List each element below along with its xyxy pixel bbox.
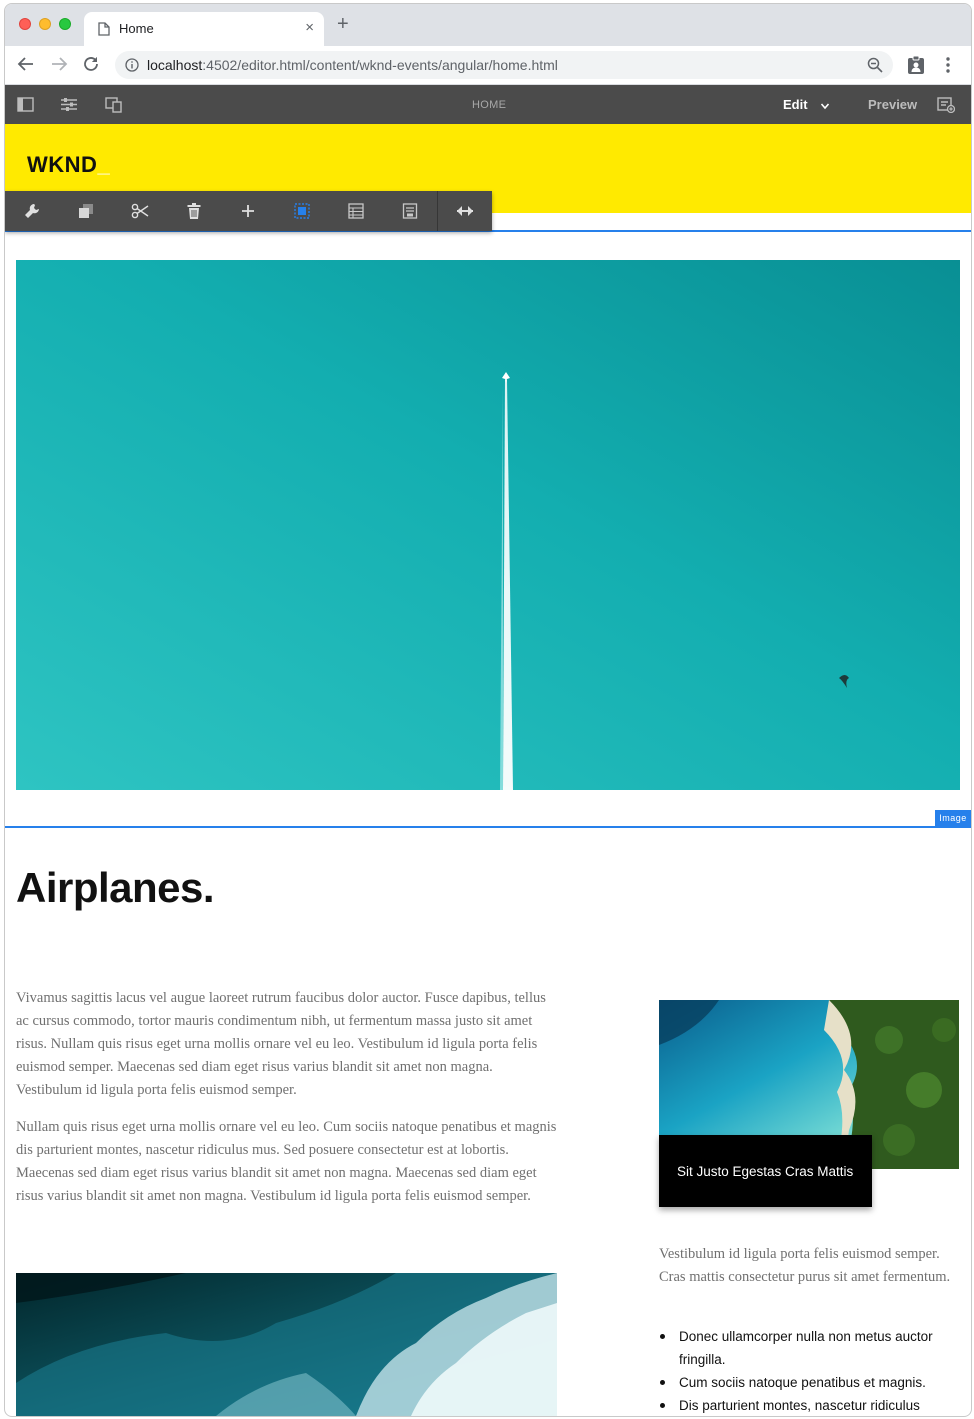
- side-paragraph: Vestibulum id ligula porta felis euismod…: [659, 1246, 951, 1285]
- selection-frame-bottom: [5, 826, 971, 828]
- layout-icon[interactable]: [329, 191, 383, 231]
- chevron-down-icon[interactable]: [820, 98, 830, 116]
- address-bar-row: localhost:4502/editor.html/content/wknd-…: [5, 46, 971, 85]
- edit-mode-button[interactable]: Edit: [783, 97, 808, 112]
- insert-icon[interactable]: [221, 191, 275, 231]
- url-field[interactable]: localhost:4502/editor.html/content/wknd-…: [115, 51, 893, 79]
- template-icon[interactable]: [383, 191, 437, 231]
- clipboard-extension-icon[interactable]: [907, 55, 925, 80]
- hero-image[interactable]: [16, 260, 960, 790]
- browser-menu-icon[interactable]: [945, 56, 951, 79]
- zoom-icon[interactable]: [867, 57, 883, 78]
- body-paragraph-2: Nullam quis risus eget urna mollis ornar…: [16, 1119, 557, 1204]
- maximize-window-button[interactable]: [59, 18, 71, 30]
- logo-text: WKND: [27, 152, 98, 177]
- url-text: localhost:4502/editor.html/content/wknd-…: [147, 57, 558, 73]
- page-name: HOME: [472, 99, 507, 111]
- component-label-badge: Image: [935, 810, 971, 826]
- info-icon[interactable]: [125, 58, 139, 77]
- close-tab-icon[interactable]: ×: [305, 19, 314, 36]
- annotations-icon[interactable]: [937, 97, 956, 118]
- page-icon: [98, 22, 110, 41]
- emulator-icon[interactable]: [105, 97, 122, 118]
- preview-mode-button[interactable]: Preview: [868, 97, 917, 112]
- wave-image[interactable]: [16, 1273, 557, 1416]
- site-logo[interactable]: WKND_: [27, 152, 110, 178]
- url-host: localhost: [147, 57, 203, 73]
- forward-icon[interactable]: [50, 55, 68, 78]
- page-headline: Airplanes.: [16, 864, 215, 911]
- url-path: :4502/editor.html/content/wknd-events/an…: [202, 57, 558, 73]
- page-properties-icon[interactable]: [60, 97, 78, 117]
- back-icon[interactable]: [17, 55, 35, 78]
- copy-icon[interactable]: [59, 191, 113, 231]
- tab-title: Home: [119, 21, 154, 36]
- teaser-card[interactable]: Sit Justo Egestas Cras Mattis: [659, 1135, 872, 1207]
- delete-icon[interactable]: [167, 191, 221, 231]
- logo-cursor: _: [97, 152, 111, 177]
- cut-icon[interactable]: [113, 191, 167, 231]
- list-item: Donec ullamcorper nulla non metus auctor…: [659, 1325, 961, 1371]
- resize-icon[interactable]: [438, 191, 492, 231]
- browser-tab-home[interactable]: Home ×: [84, 12, 324, 46]
- browser-window: Home × + localhost:4502/editor.html/cont…: [4, 3, 972, 1417]
- side-panel-icon[interactable]: [17, 97, 34, 117]
- close-window-button[interactable]: [19, 18, 31, 30]
- minimize-window-button[interactable]: [39, 18, 51, 30]
- group-icon[interactable]: [275, 191, 329, 231]
- list-item: Cum sociis natoque penatibus et magnis.: [659, 1371, 961, 1394]
- teaser-title: Sit Justo Egestas Cras Mattis: [677, 1164, 854, 1179]
- reload-icon[interactable]: [82, 55, 100, 78]
- list-item: Dis parturient montes, nascetur ridiculu…: [659, 1394, 961, 1416]
- body-paragraph-1: Vivamus sagittis lacus vel augue laoreet…: [16, 990, 546, 1098]
- editor-toolbar: HOME Edit Preview: [5, 85, 971, 124]
- new-tab-button[interactable]: +: [337, 14, 349, 34]
- component-toolbar: [5, 191, 492, 231]
- wrench-icon[interactable]: [5, 191, 59, 231]
- tab-strip: Home × +: [5, 4, 971, 46]
- side-list: Donec ullamcorper nulla non metus auctor…: [659, 1325, 961, 1416]
